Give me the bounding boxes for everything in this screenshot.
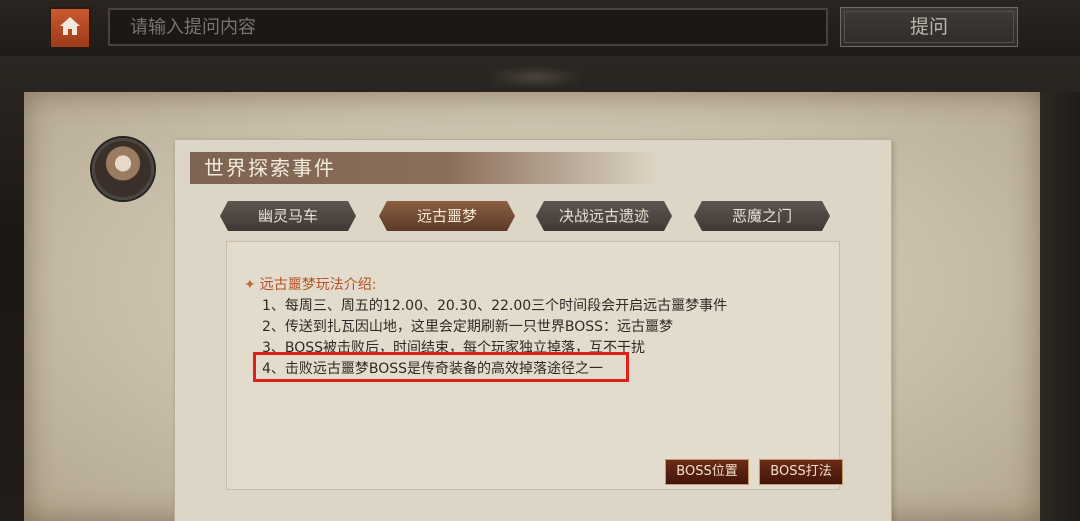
boss-location-button[interactable]: BOSS位置 bbox=[665, 459, 749, 485]
panel-title: 世界探索事件 bbox=[190, 152, 660, 184]
search-input[interactable] bbox=[108, 8, 828, 46]
avatar[interactable] bbox=[92, 138, 154, 200]
ask-button-label: 提问 bbox=[909, 16, 948, 38]
content-heading: ✦ 远古噩梦玩法介绍: bbox=[244, 274, 376, 294]
frame-ornament bbox=[490, 66, 580, 88]
ask-button[interactable]: 提问 bbox=[840, 7, 1018, 47]
tab-demon-gate[interactable]: 恶魔之门 bbox=[694, 201, 830, 231]
content-heading-text: 远古噩梦玩法介绍: bbox=[259, 277, 377, 293]
highlight-box bbox=[253, 352, 629, 382]
content-line: 2、传送到扎瓦因山地，这里会定期刷新一只世界BOSS：远古噩梦 bbox=[262, 319, 674, 335]
frame-edge bbox=[1040, 92, 1080, 521]
tab-ancient-nightmare[interactable]: 远古噩梦 bbox=[379, 201, 515, 231]
top-bar: 提问 bbox=[0, 0, 1080, 56]
boss-strategy-button[interactable]: BOSS打法 bbox=[759, 459, 843, 485]
home-button[interactable] bbox=[49, 7, 91, 49]
home-icon bbox=[58, 15, 82, 41]
tab-ancient-ruins-battle[interactable]: 决战远古遗迹 bbox=[536, 201, 672, 231]
tab-phantom-carriage[interactable]: 幽灵马车 bbox=[220, 201, 356, 231]
content-line: 1、每周三、周五的12.00、20.30、22.00三个时间段会开启远古噩梦事件 bbox=[262, 298, 728, 314]
diamond-bullet-icon: ✦ bbox=[244, 277, 256, 293]
